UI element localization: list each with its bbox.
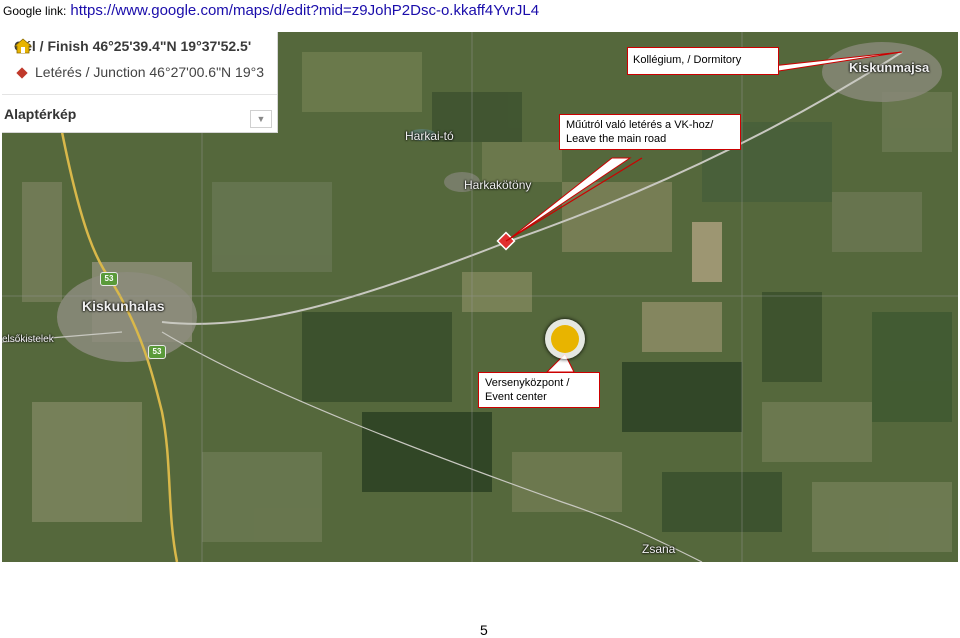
route-53-shield: 53 (100, 272, 118, 286)
callout-junction-line2: Leave the main road (566, 133, 667, 145)
map-legend-panel: Cél / Finish 46°25'39.4"N 19°37'52.5' Le… (2, 32, 278, 133)
google-link-line: Google link: https://www.google.com/maps/… (3, 2, 539, 19)
map-view[interactable]: Cél / Finish 46°25'39.4"N 19°37'52.5' Le… (2, 32, 958, 562)
route-53-shield: 53 (148, 345, 166, 359)
google-maps-link[interactable]: https://www.google.com/maps/d/edit?mid=z… (70, 2, 539, 19)
home-icon (551, 325, 579, 353)
legend-finish-item[interactable]: Cél / Finish 46°25'39.4"N 19°37'52.5' (14, 38, 251, 54)
callout-dormitory: Kollégium, / Dormitory (627, 47, 779, 75)
basemap-label[interactable]: Alaptérkép (4, 106, 76, 122)
legend-finish-label: Cél / Finish 46°25'39.4"N 19°37'52.5' (14, 38, 252, 54)
callout-event-center: Versenyközpont / Event center (478, 372, 600, 408)
event-center-marker[interactable] (545, 319, 585, 359)
callout-dormitory-text: Kollégium, / Dormitory (633, 54, 742, 66)
place-label-zsana: Zsana (642, 542, 676, 556)
callout-event-line1: Versenyközpont / (485, 377, 570, 389)
diamond-icon (16, 67, 28, 79)
callout-event-line2: Event center (485, 391, 547, 403)
place-label-kiskunhalas: Kiskunhalas (82, 298, 165, 314)
home-icon (14, 38, 32, 54)
google-link-prefix: Google link: (3, 4, 67, 18)
place-label-kiskunmajsa: Kiskunmajsa (849, 60, 930, 75)
chevron-down-icon[interactable]: ▼ (250, 110, 272, 128)
callout-junction-line1: Műútról való letérés a VK-hoz/ (566, 119, 714, 131)
place-label-harkakotony: Harkakötöny (464, 178, 532, 192)
legend-junction-label: Letérés / Junction 46°27'00.6"N 19°3 (35, 64, 264, 80)
place-label-kistelek: elsőkistelek (2, 334, 54, 345)
legend-junction-item[interactable]: Letérés / Junction 46°27'00.6"N 19°3 (14, 64, 264, 80)
page-number: 5 (480, 622, 488, 638)
callout-junction: Műútról való letérés a VK-hoz/ Leave the… (559, 114, 741, 150)
place-label-harkai-to: Harkai-tó (405, 129, 454, 143)
legend-divider (2, 94, 277, 95)
